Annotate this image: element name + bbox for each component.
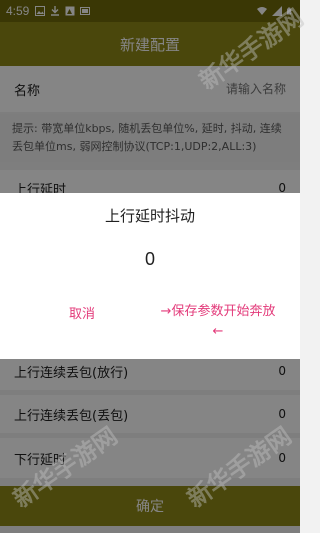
- dialog-title: 上行延时抖动: [104, 207, 195, 225]
- cancel-button[interactable]: 取消: [52, 303, 112, 322]
- save-start-button[interactable]: →保存参数开始奔放←: [158, 302, 278, 342]
- dialog-value[interactable]: 0: [0, 249, 300, 270]
- jitter-dialog: 上行延时抖动 0 取消 →保存参数开始奔放←: [0, 193, 300, 359]
